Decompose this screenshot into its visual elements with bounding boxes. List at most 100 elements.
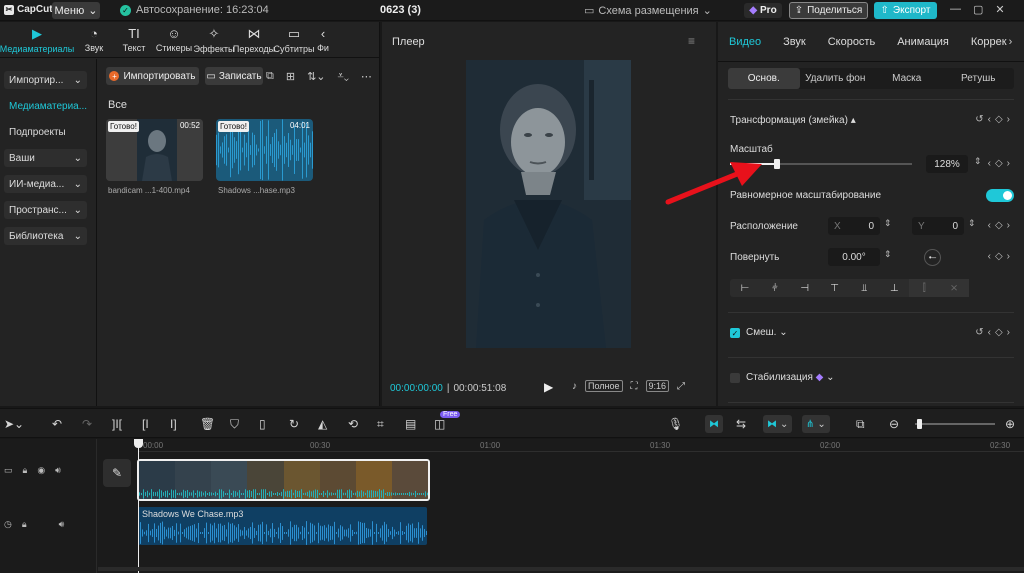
subtab-basic[interactable]: Основ. xyxy=(728,68,800,89)
linkage-icon[interactable]: ⇆ xyxy=(736,417,746,431)
position-y-field[interactable]: Y0 xyxy=(912,217,964,235)
rotate-icon[interactable]: ⟲ xyxy=(348,417,358,431)
scale-slider-handle[interactable] xyxy=(774,159,781,169)
preview-axis-toggle[interactable]: ⧓ ⌄ xyxy=(763,415,793,433)
prev-keyframe-icon[interactable]: ‹ xyxy=(988,158,991,169)
freeze-icon[interactable]: ▯ xyxy=(259,417,266,431)
snap-toggle[interactable]: ⋔ ⌄ xyxy=(802,415,830,433)
split-icon[interactable]: ]I[ xyxy=(112,417,122,431)
tab-correction[interactable]: Коррек xyxy=(960,36,1009,48)
next-keyframe-icon[interactable]: › xyxy=(1007,158,1010,169)
filter-icon[interactable]: ⩡⌄ xyxy=(338,70,349,83)
tab-video[interactable]: Видео xyxy=(718,36,772,48)
zoom-out-icon[interactable]: ⊖ xyxy=(889,417,899,431)
scale-value-field[interactable]: 128% xyxy=(926,155,968,173)
zoom-in-icon[interactable]: ⊕ xyxy=(1005,417,1015,431)
sidebar-item-ai-media[interactable]: ИИ-медиа... ⌄ xyxy=(4,175,87,193)
marker-icon[interactable]: ⛉ xyxy=(230,417,239,431)
tab-speed[interactable]: Скорость xyxy=(817,36,887,48)
hamburger-icon[interactable]: ≡ xyxy=(688,34,695,48)
stabilize-section[interactable]: Стабилизация ◆ ⌄ xyxy=(746,372,835,383)
subtab-remove-bg[interactable]: Удалить фон xyxy=(800,68,872,89)
focus-icon[interactable]: ⛶ xyxy=(631,381,638,392)
keyframe-diamond-icon[interactable]: ◇ xyxy=(995,327,1003,338)
tab-text[interactable]: TI Текст xyxy=(114,22,154,57)
export-button[interactable]: ⇧ Экспорт xyxy=(874,2,937,19)
subtab-retouch[interactable]: Ретушь xyxy=(943,68,1015,89)
next-keyframe-icon[interactable]: › xyxy=(1007,251,1010,262)
uniform-scale-toggle[interactable] xyxy=(986,189,1014,202)
import-button[interactable]: + Импортировать xyxy=(106,67,199,85)
transform-section[interactable]: Трансформация (змейка) ▴ xyxy=(730,115,856,126)
speaker-icon[interactable]: 🔊︎ xyxy=(59,519,65,530)
prev-keyframe-icon[interactable]: ‹ xyxy=(988,220,991,231)
timeline-scrollbar[interactable] xyxy=(98,567,1024,571)
blend-section[interactable]: Смеш. ⌄ xyxy=(746,327,788,338)
eye-icon[interactable]: ◉ xyxy=(37,465,45,476)
grid-view-icon[interactable]: ⊞ xyxy=(286,70,295,83)
sidebar-item-yours[interactable]: Ваши ⌄ xyxy=(4,149,87,167)
chevron-right-icon[interactable]: › xyxy=(1009,36,1013,48)
undo-icon[interactable]: ↶ xyxy=(52,417,62,431)
stepper-icon[interactable]: ⇕ xyxy=(968,218,976,229)
reset-icon[interactable]: ↺ xyxy=(975,114,983,125)
subtab-mask[interactable]: Маска xyxy=(871,68,943,89)
sidebar-item-subprojects[interactable]: Подпроекты xyxy=(4,123,87,141)
blend-checkbox[interactable]: ✓ xyxy=(730,328,740,338)
more-icon[interactable]: ⋯ xyxy=(361,70,372,83)
prev-keyframe-icon[interactable]: ‹ xyxy=(988,114,991,125)
microphone-icon[interactable]: 🎙 xyxy=(668,417,683,431)
fullscreen-icon[interactable]: ⤢ xyxy=(677,381,685,392)
mirror-icon[interactable]: ◭ xyxy=(318,417,327,431)
pro-badge[interactable]: ◆ Pro xyxy=(744,3,782,18)
delete-icon[interactable]: 🗑 xyxy=(200,417,215,431)
next-keyframe-icon[interactable]: › xyxy=(1007,114,1010,125)
lock-icon[interactable]: 🔒︎ xyxy=(22,519,27,530)
tab-filters[interactable]: ‹ Фи xyxy=(314,22,332,57)
lock-icon[interactable]: 🔒︎ xyxy=(23,465,28,476)
next-keyframe-icon[interactable]: › xyxy=(1007,220,1010,231)
crop-icon[interactable]: ⌗ xyxy=(377,417,384,431)
media-item-audio[interactable]: Готово! 04:01 xyxy=(216,119,313,181)
keyframe-diamond-icon[interactable]: ◇ xyxy=(995,158,1003,169)
tab-audio[interactable]: ◔ Звук xyxy=(74,22,114,57)
stepper-icon[interactable]: ⇕ xyxy=(974,156,982,167)
play-icon[interactable]: ▶ xyxy=(544,380,553,394)
next-keyframe-icon[interactable]: › xyxy=(1007,327,1010,338)
sort-icon[interactable]: ⇅⌄ xyxy=(307,70,325,83)
align-center-v-icon[interactable]: ⫫ xyxy=(850,279,880,297)
align-left-icon[interactable]: ⊢ xyxy=(730,279,760,297)
maximize-icon[interactable]: ▢ xyxy=(973,3,983,16)
position-x-field[interactable]: X0 xyxy=(828,217,880,235)
screen-capture-icon[interactable]: ⧉ xyxy=(266,70,274,83)
stepper-icon[interactable]: ⇕ xyxy=(884,249,892,260)
select-cursor-icon[interactable]: ➤⌄ xyxy=(4,417,24,431)
sidebar-item-spaces[interactable]: Пространс... ⌄ xyxy=(4,201,87,219)
speaker-icon[interactable]: 🔊︎ xyxy=(55,465,61,476)
keyframe-diamond-icon[interactable]: ◇ xyxy=(995,220,1003,231)
split-left-icon[interactable]: [I xyxy=(142,417,149,431)
prev-keyframe-icon[interactable]: ‹ xyxy=(988,251,991,262)
layout-selector[interactable]: ▭ Схема размещения ⌄ xyxy=(584,4,712,18)
minimize-icon[interactable]: — xyxy=(950,3,961,16)
record-button[interactable]: ▭ Записать xyxy=(205,67,263,85)
playhead[interactable] xyxy=(138,439,139,573)
stepper-icon[interactable]: ⇕ xyxy=(884,218,892,229)
edit-cover-icon[interactable]: ✎ xyxy=(103,459,131,487)
stabilize-checkbox[interactable] xyxy=(730,373,740,383)
split-right-icon[interactable]: I] xyxy=(170,417,177,431)
tab-stickers[interactable]: ☺ Стикеры xyxy=(154,22,194,57)
tab-transitions[interactable]: ⋈ Переходы xyxy=(233,22,275,57)
sidebar-item-media[interactable]: Медиаматериа... xyxy=(4,97,87,115)
sidebar-item-library[interactable]: Библиотека ⌄ xyxy=(4,227,87,245)
close-icon[interactable]: ✕ xyxy=(995,3,1004,16)
rotate-dial-icon[interactable]: •– xyxy=(924,249,941,266)
sidebar-item-import[interactable]: Импортир... ⌄ xyxy=(4,71,87,89)
tab-audio[interactable]: Звук xyxy=(772,36,817,48)
tab-subtitles[interactable]: ▭ Субтитры xyxy=(274,22,315,57)
auto-reframe-icon[interactable]: ◫ xyxy=(434,417,445,431)
zoom-slider-handle[interactable] xyxy=(917,419,922,429)
prev-keyframe-icon[interactable]: ‹ xyxy=(988,327,991,338)
reset-icon[interactable]: ↺ xyxy=(975,327,983,338)
full-quality-button[interactable]: Полное xyxy=(585,380,623,392)
